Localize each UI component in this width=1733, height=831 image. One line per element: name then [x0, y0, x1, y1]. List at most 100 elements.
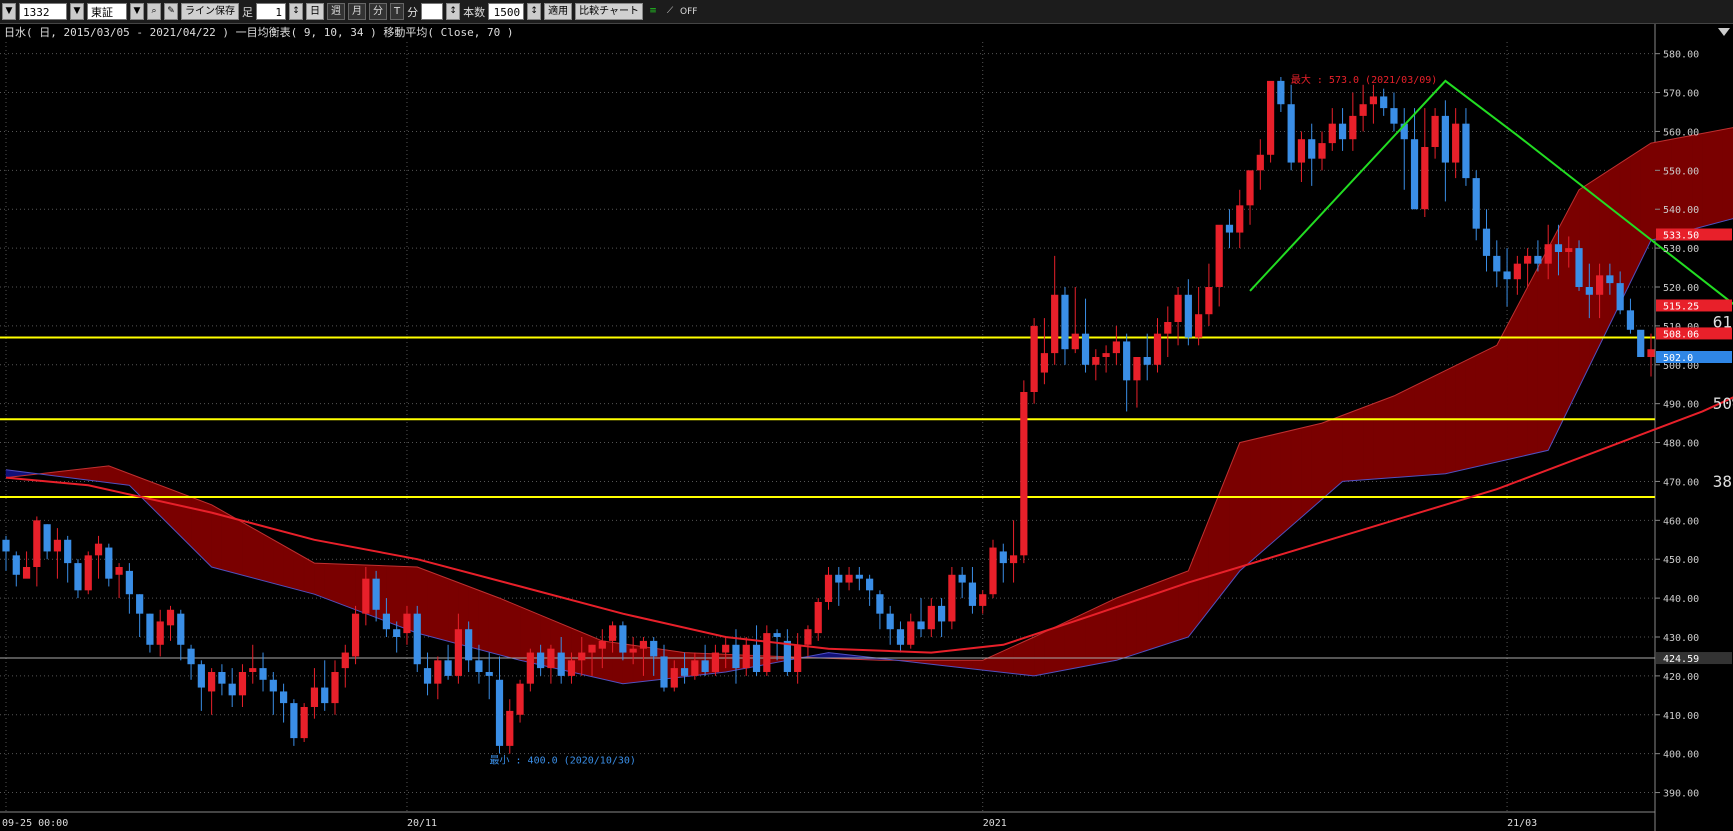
candle: [43, 524, 51, 560]
candle-body: [701, 660, 709, 672]
cloud-segment: [1671, 136, 1683, 236]
cloud-segment: [324, 563, 336, 603]
candle: [1647, 333, 1655, 377]
max-annotation: 最大 : 573.0 (2021/03/09): [1291, 73, 1437, 86]
price-tag: 515.25: [1656, 299, 1732, 312]
cloud-segment: [159, 484, 171, 527]
cloud-segment: [1702, 131, 1713, 228]
cloud-segment: [1475, 349, 1487, 467]
candle: [866, 574, 874, 606]
candle-body: [115, 567, 123, 575]
minute-input[interactable]: [421, 3, 444, 20]
trend-line-icon[interactable]: ⟋: [663, 3, 678, 20]
cloud-segment: [1373, 399, 1384, 480]
candle: [1328, 108, 1336, 151]
candle-body: [1349, 115, 1357, 140]
candle: [485, 652, 493, 700]
indicator-icon[interactable]: ≡: [646, 3, 661, 20]
candle-body: [629, 648, 637, 653]
cloud-segment: [1157, 578, 1169, 648]
candle-body: [94, 543, 103, 556]
cloud-segment: [1424, 375, 1436, 476]
candle: [948, 567, 956, 630]
candle: [989, 539, 997, 599]
cloud-segment: [1434, 370, 1446, 475]
code-input[interactable]: 1332: [19, 3, 67, 20]
candle-body: [1503, 271, 1511, 280]
candle: [74, 559, 82, 599]
candle-body: [639, 640, 648, 649]
candle: [1112, 325, 1120, 365]
candle-body: [33, 520, 41, 567]
candle: [773, 629, 781, 661]
candle-body: [979, 594, 987, 606]
market-dropdown-arrow[interactable]: ▼: [130, 3, 144, 20]
chart-window: ▼ 1332 ▼ 東証 ▼ ⌕ ✎ ライン保存 足 1 ↕ 日 週 月 分 T …: [0, 0, 1733, 831]
period-stepper-icon[interactable]: ↕: [289, 3, 303, 20]
minute-stepper-icon[interactable]: ↕: [446, 3, 461, 20]
candle: [1493, 240, 1501, 287]
candle-body: [794, 644, 802, 672]
cloud-segment: [1414, 380, 1426, 477]
market-select[interactable]: 東証: [87, 3, 127, 20]
week-button[interactable]: 週: [327, 3, 345, 20]
candle-body: [454, 629, 462, 676]
tick-button[interactable]: T: [390, 3, 405, 20]
count-input[interactable]: 1500: [488, 3, 525, 20]
code-dropdown-arrow[interactable]: ▼: [70, 3, 84, 20]
period-input[interactable]: 1: [256, 3, 286, 20]
cloud-segment: [139, 477, 151, 507]
cloud-segment: [499, 597, 511, 658]
candle: [197, 660, 205, 711]
candle-body: [43, 524, 51, 552]
count-stepper-icon[interactable]: ↕: [527, 3, 542, 20]
candle: [835, 567, 843, 606]
candle-body: [12, 555, 20, 575]
cloud-segment: [1506, 306, 1518, 460]
candle: [907, 613, 915, 649]
cloud-segment: [221, 510, 233, 573]
candle-body: [1493, 255, 1501, 272]
candle-body: [423, 668, 432, 684]
candle-body: [1277, 80, 1285, 105]
menu-dropdown-arrow[interactable]: ▼: [2, 3, 16, 20]
candle: [12, 551, 20, 587]
min-annotation: 最小 : 400.0 (2020/10/30): [490, 755, 636, 767]
candle: [290, 699, 298, 746]
candle-body: [927, 605, 935, 630]
candle: [218, 664, 226, 696]
cloud-segment: [1619, 155, 1631, 304]
compare-chart-button[interactable]: 比較チャート: [575, 3, 644, 20]
axis-tick-label: 450.00: [1663, 555, 1699, 566]
candle-body: [187, 648, 195, 665]
candle-body: [1236, 205, 1244, 233]
candle: [1102, 345, 1110, 373]
candle: [269, 672, 277, 715]
candle: [1359, 84, 1367, 132]
candle: [105, 543, 113, 587]
cloud-segment: [1486, 344, 1498, 465]
candle-body: [372, 578, 380, 610]
candle-body: [917, 621, 925, 630]
time-label: 20/11: [407, 818, 437, 829]
scroll-down-icon[interactable]: [1718, 28, 1730, 36]
off-toggle[interactable]: OFF: [680, 7, 697, 17]
price-tag-label: 508.06: [1663, 329, 1699, 340]
cloud-segment: [1661, 138, 1672, 238]
line-save-button[interactable]: ライン保存: [181, 3, 239, 20]
candle: [1246, 170, 1254, 225]
cloud-segment: [1558, 209, 1569, 430]
minute-short-button[interactable]: 分: [369, 3, 387, 20]
price-chart[interactable]: 390.00 400.00 410.00 420.00 430.00 440.00 450.…: [0, 24, 1733, 831]
day-button[interactable]: 日: [306, 3, 324, 20]
month-button[interactable]: 月: [348, 3, 366, 20]
candle-body: [1051, 294, 1059, 354]
search-icon[interactable]: ⌕: [147, 3, 161, 20]
axis-tick-label: 530.00: [1663, 244, 1699, 255]
axis-tick-label: 410.00: [1663, 711, 1699, 722]
candle-body: [1195, 314, 1203, 338]
edit-icon[interactable]: ✎: [164, 3, 178, 20]
candle-body: [166, 609, 175, 626]
apply-button[interactable]: 適用: [544, 3, 573, 20]
candle-body: [1184, 294, 1192, 338]
